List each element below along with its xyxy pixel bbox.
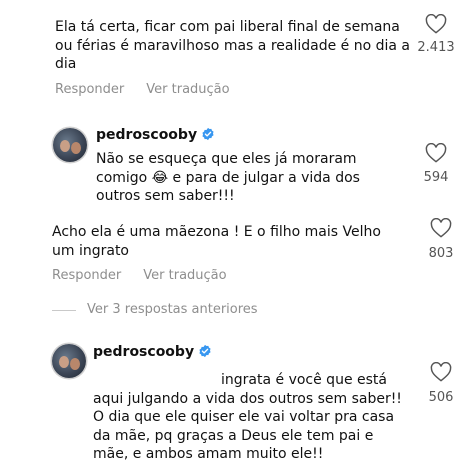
heart-outline-icon <box>430 217 452 238</box>
comment-3-actions: Responder Ver tradução <box>52 268 249 283</box>
comment-3-like-count: 803 <box>428 246 454 261</box>
comment-3-like-button[interactable] <box>430 217 452 242</box>
reply-button[interactable]: Responder <box>55 82 124 97</box>
comment-1-like-button[interactable] <box>425 13 447 38</box>
reply-button[interactable]: Responder <box>52 268 121 283</box>
view-previous-replies-button[interactable]: Ver 3 respostas anteriores <box>87 302 258 317</box>
comment-2-like-button[interactable] <box>425 142 447 167</box>
comment-5-username[interactable]: pedroscooby <box>93 344 212 360</box>
heart-outline-icon <box>425 142 447 163</box>
comment-5-text: ingrata é você que está aqui julgando a … <box>93 372 402 462</box>
translate-button[interactable]: Ver tradução <box>143 268 226 283</box>
profile-avatar[interactable] <box>53 128 87 162</box>
comment-5-like-button[interactable] <box>430 361 452 386</box>
comment-1-like-count: 2.413 <box>417 40 455 55</box>
heart-outline-icon <box>430 361 452 382</box>
profile-avatar[interactable] <box>52 344 86 378</box>
comment-2-username[interactable]: pedroscooby <box>96 127 215 143</box>
heart-outline-icon <box>425 13 447 34</box>
comment-5-like-count: 506 <box>428 390 454 405</box>
verified-badge-icon <box>199 344 211 358</box>
comment-1-actions: Responder Ver tradução <box>55 82 252 97</box>
translate-button[interactable]: Ver tradução <box>146 82 229 97</box>
comment-2-text: Não se esqueça que eles já moraram comig… <box>96 151 360 204</box>
replies-divider <box>52 310 76 311</box>
comment-3-text: Acho ela é uma mãezona ! E o filho mais … <box>52 224 381 259</box>
comment-1-text: Ela tá certa, ficar com pai liberal fina… <box>55 19 410 72</box>
verified-badge-icon <box>202 127 214 141</box>
comment-2-like-count: 594 <box>423 170 449 185</box>
